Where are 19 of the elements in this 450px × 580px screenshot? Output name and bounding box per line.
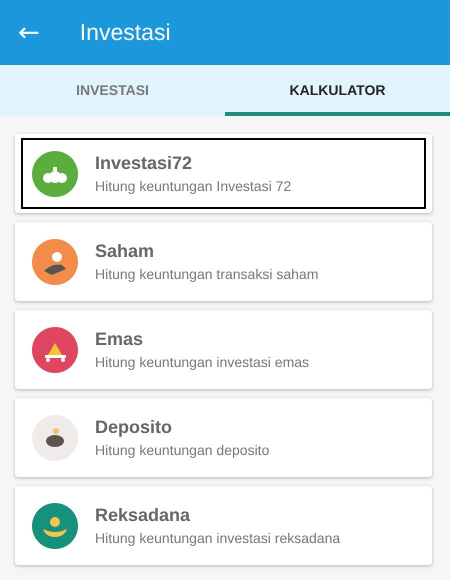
item-subtitle: Hitung keuntungan investasi reksadana — [95, 530, 340, 546]
item-title: Deposito — [95, 417, 174, 438]
calculator-item[interactable]: Deposito Hitung keuntungan deposito — [21, 402, 426, 473]
item-title: Investasi72 — [95, 153, 194, 174]
item-title: Emas — [95, 329, 144, 350]
calculator-item[interactable]: Reksadana Hitung keuntungan investasi reksadana — [21, 490, 426, 561]
item-subtitle: Hitung keuntungan deposito — [95, 442, 270, 458]
calculator-item[interactable]: Emas Hitung keuntungan investasi emas — [21, 314, 426, 385]
screen-title: Investasi — [80, 19, 171, 46]
item-subtitle: Hitung keuntungan investasi emas — [95, 354, 310, 370]
tab[interactable]: KALKULATOR — [225, 65, 450, 116]
item-subtitle: Hitung keuntungan Investasi 72 — [95, 178, 292, 194]
calculator-item[interactable]: Saham Hitung keuntungan transaksi saham — [21, 226, 426, 297]
item-title: Reksadana — [95, 505, 192, 526]
item-subtitle: Hitung keuntungan transaksi saham — [95, 266, 318, 282]
back-button[interactable]: ← — [16, 20, 42, 46]
item-title: Saham — [95, 241, 156, 262]
calculator-item[interactable]: Investasi72 Hitung keuntungan Investasi 72 — [21, 138, 426, 209]
tab[interactable]: INVESTASI — [0, 65, 225, 116]
